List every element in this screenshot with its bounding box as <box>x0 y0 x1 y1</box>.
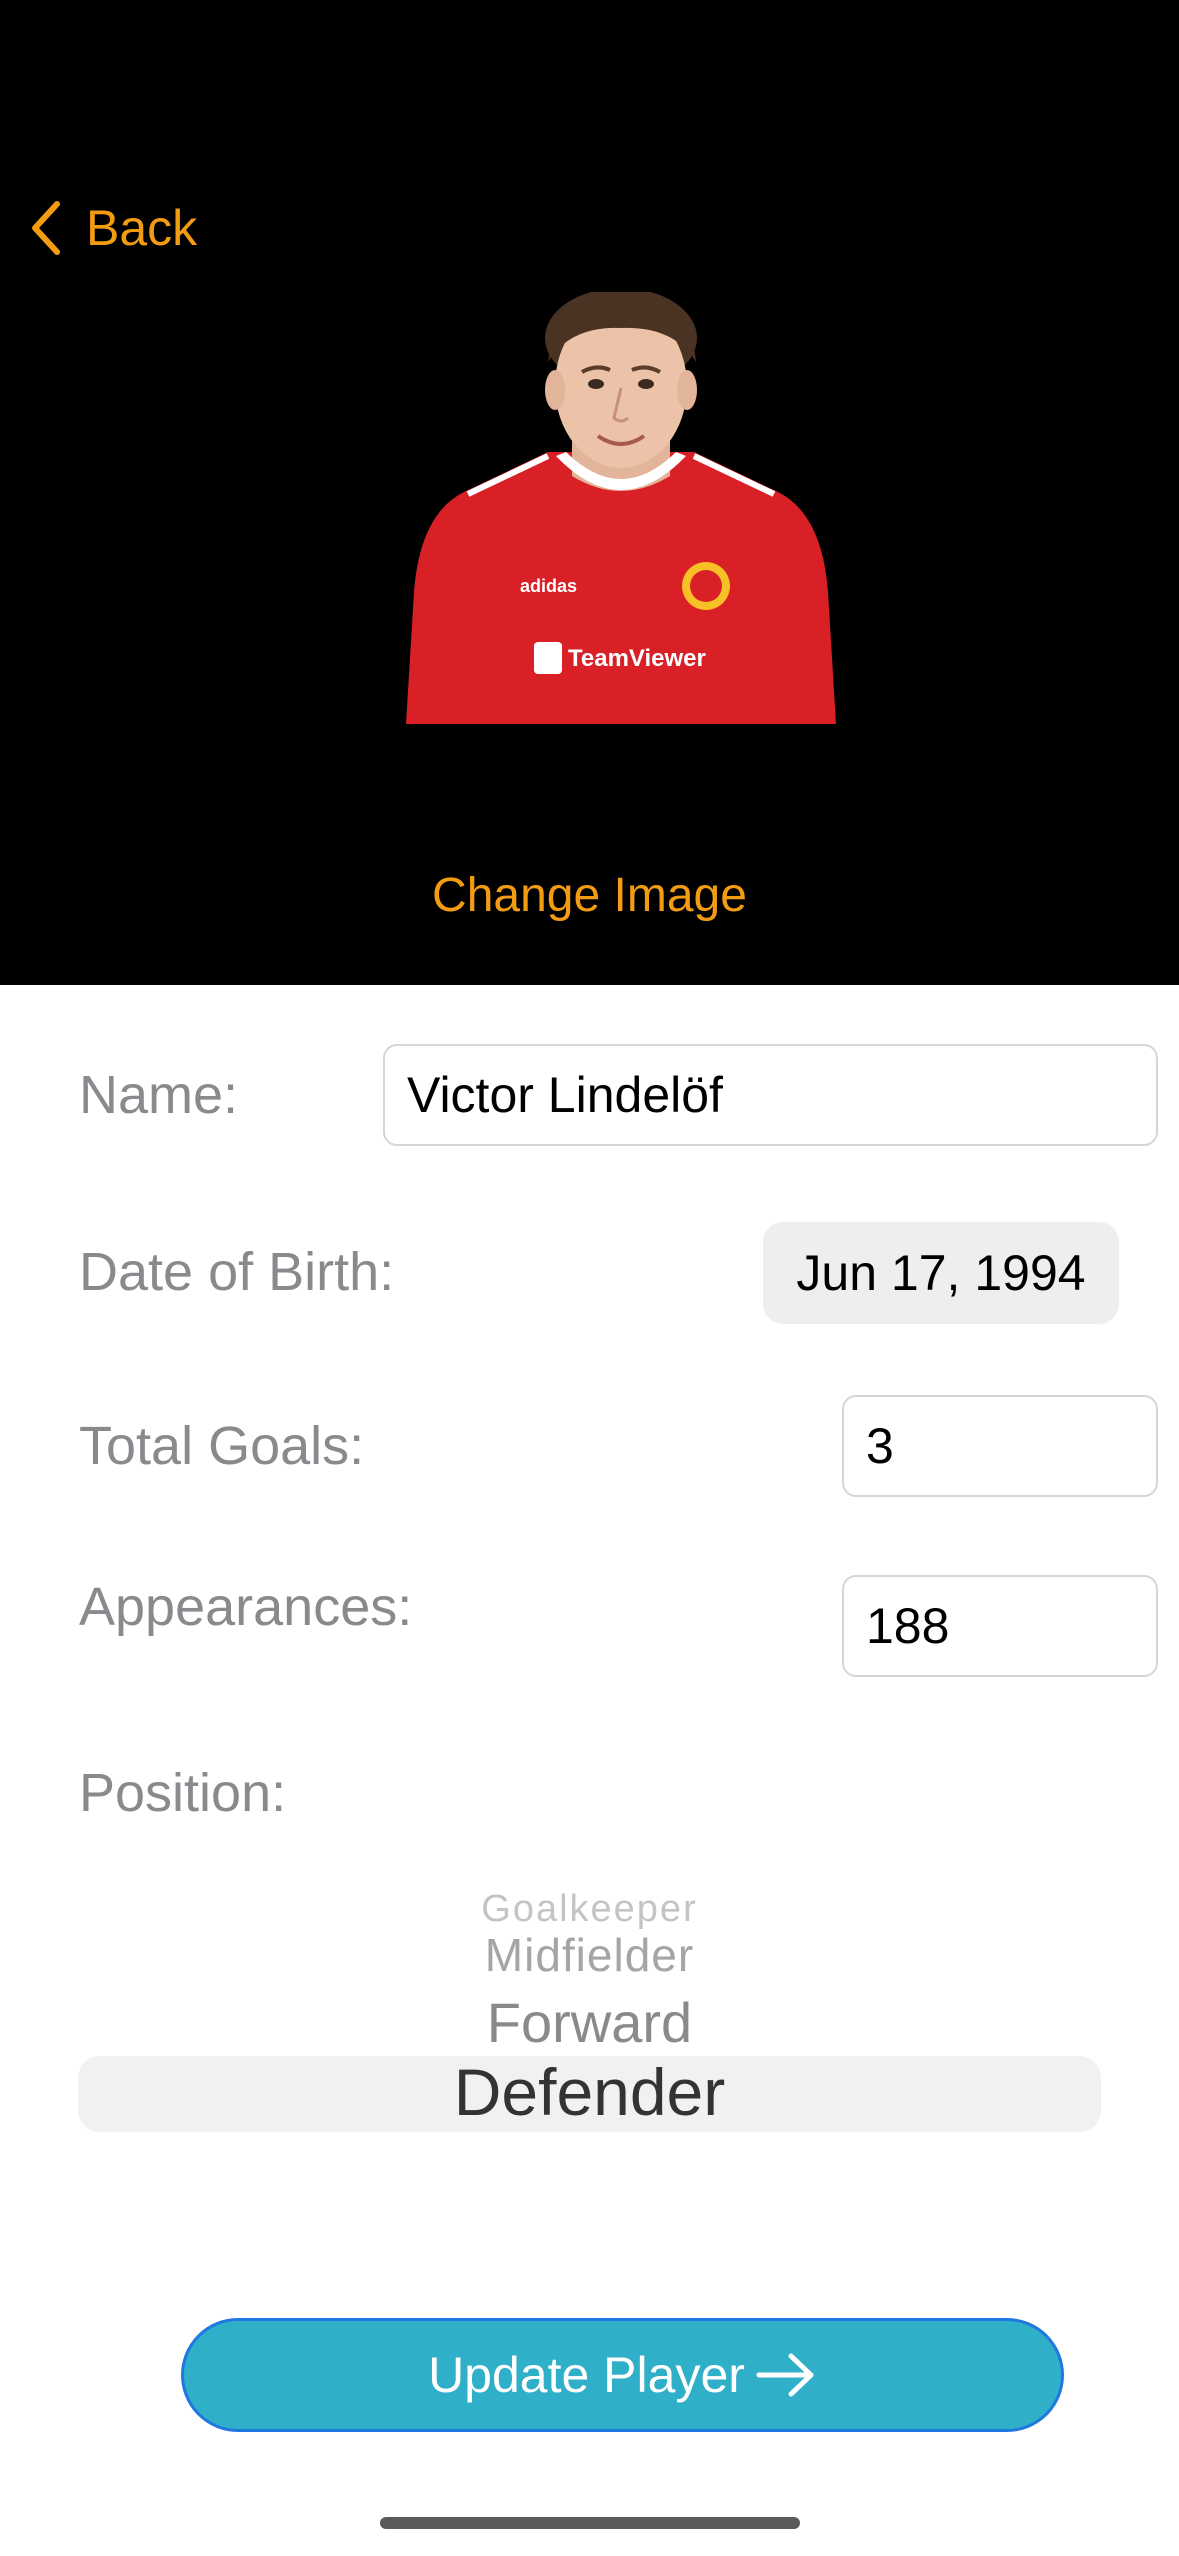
svg-text:adidas: adidas <box>520 576 577 596</box>
picker-option-forward[interactable]: Forward <box>0 1990 1179 2055</box>
appearances-field[interactable] <box>842 1575 1158 1677</box>
name-field[interactable] <box>383 1044 1158 1146</box>
update-player-label: Update Player <box>428 2347 745 2403</box>
change-image-button[interactable]: Change Image <box>0 868 1179 923</box>
dob-label: Date of Birth: <box>79 1242 395 1302</box>
back-button[interactable]: Back <box>26 192 197 264</box>
svg-text:TeamViewer: TeamViewer <box>568 645 706 672</box>
player-photo: TeamViewer adidas <box>406 292 836 724</box>
appearances-label: Appearances: <box>79 1577 413 1637</box>
position-label: Position: <box>79 1763 287 1823</box>
goals-label: Total Goals: <box>79 1416 365 1476</box>
picker-option-goalkeeper[interactable]: Goalkeeper <box>0 1888 1179 1931</box>
dob-date-picker[interactable]: Jun 17, 1994 <box>763 1222 1119 1324</box>
chevron-left-icon <box>32 201 60 255</box>
picker-option-defender[interactable]: Defender <box>0 2054 1179 2130</box>
back-label: Back <box>86 200 198 256</box>
picker-option-midfielder[interactable]: Midfielder <box>0 1928 1179 1982</box>
goals-field[interactable] <box>842 1395 1158 1497</box>
header-section: Back TeamViewer adidas Change Image <box>0 0 1179 985</box>
arrow-right-icon <box>756 2353 814 2397</box>
home-indicator <box>380 2517 800 2529</box>
name-label: Name: <box>79 1065 239 1125</box>
update-player-button[interactable]: Update Player <box>181 2318 1064 2432</box>
